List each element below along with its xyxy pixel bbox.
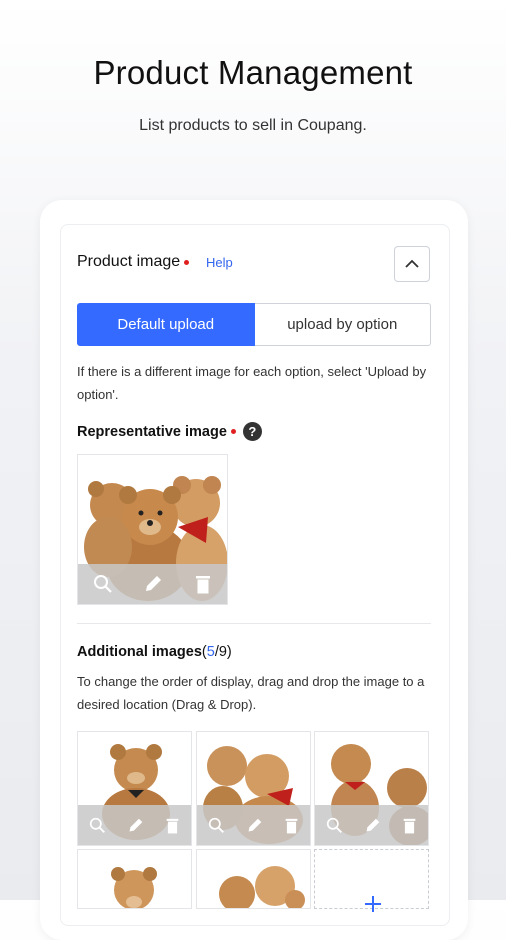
upload-mode-toggle: Default upload upload by option	[77, 303, 431, 346]
drag-drop-hint-text: To change the order of display, drag and…	[77, 674, 425, 712]
additional-image-thumb[interactable]	[314, 731, 429, 846]
zoom-icon[interactable]	[93, 574, 113, 594]
option-hint-text: If there is a different image for each o…	[77, 364, 427, 402]
additional-image-thumb[interactable]	[77, 849, 192, 909]
tab-upload-by-option[interactable]: upload by option	[254, 303, 431, 346]
delete-icon[interactable]	[194, 574, 212, 594]
bear-photo-image	[197, 850, 310, 908]
additional-images-count: 5	[206, 644, 215, 660]
section-title-product-image: Product image	[77, 253, 190, 271]
zoom-icon[interactable]	[89, 817, 106, 834]
edit-icon[interactable]	[143, 574, 163, 594]
image-action-bar	[197, 805, 310, 845]
representative-image-title: Representative image	[77, 423, 227, 440]
plus-icon	[365, 896, 381, 912]
additional-images-title: Additional images	[77, 644, 202, 660]
zoom-icon[interactable]	[326, 817, 343, 834]
add-image-tile[interactable]	[314, 849, 429, 912]
image-action-bar	[315, 805, 428, 845]
chevron-up-icon	[405, 259, 419, 268]
additional-images-max: 9	[218, 644, 227, 660]
product-image-title: Product image	[77, 253, 181, 270]
required-indicator	[184, 259, 190, 265]
tab-default-upload[interactable]: Default upload	[77, 303, 255, 346]
edit-icon[interactable]	[246, 817, 263, 834]
representative-image-thumb[interactable]	[77, 454, 228, 605]
zoom-icon[interactable]	[208, 817, 225, 834]
image-action-bar	[78, 564, 227, 604]
page-title: Product Management	[93, 54, 413, 91]
page-subtitle: List products to sell in Coupang.	[139, 117, 367, 134]
edit-icon[interactable]	[127, 817, 144, 834]
image-action-bar	[78, 805, 191, 845]
delete-icon[interactable]	[402, 817, 417, 834]
edit-icon[interactable]	[364, 817, 381, 834]
delete-icon[interactable]	[165, 817, 180, 834]
representative-image-heading: Representative image ?	[77, 422, 262, 441]
additional-image-thumb[interactable]	[77, 731, 192, 846]
section-divider	[77, 623, 431, 624]
bear-photo-image	[78, 850, 191, 908]
question-icon[interactable]: ?	[242, 422, 262, 441]
additional-image-thumb[interactable]	[196, 849, 311, 909]
collapse-button[interactable]	[394, 246, 430, 282]
additional-images-heading: Additional images (5/9)	[77, 644, 232, 660]
delete-icon[interactable]	[284, 817, 299, 834]
required-indicator	[230, 429, 236, 434]
help-link[interactable]: Help	[206, 255, 233, 270]
count-close-paren: )	[226, 644, 232, 660]
additional-image-thumb[interactable]	[196, 731, 311, 846]
